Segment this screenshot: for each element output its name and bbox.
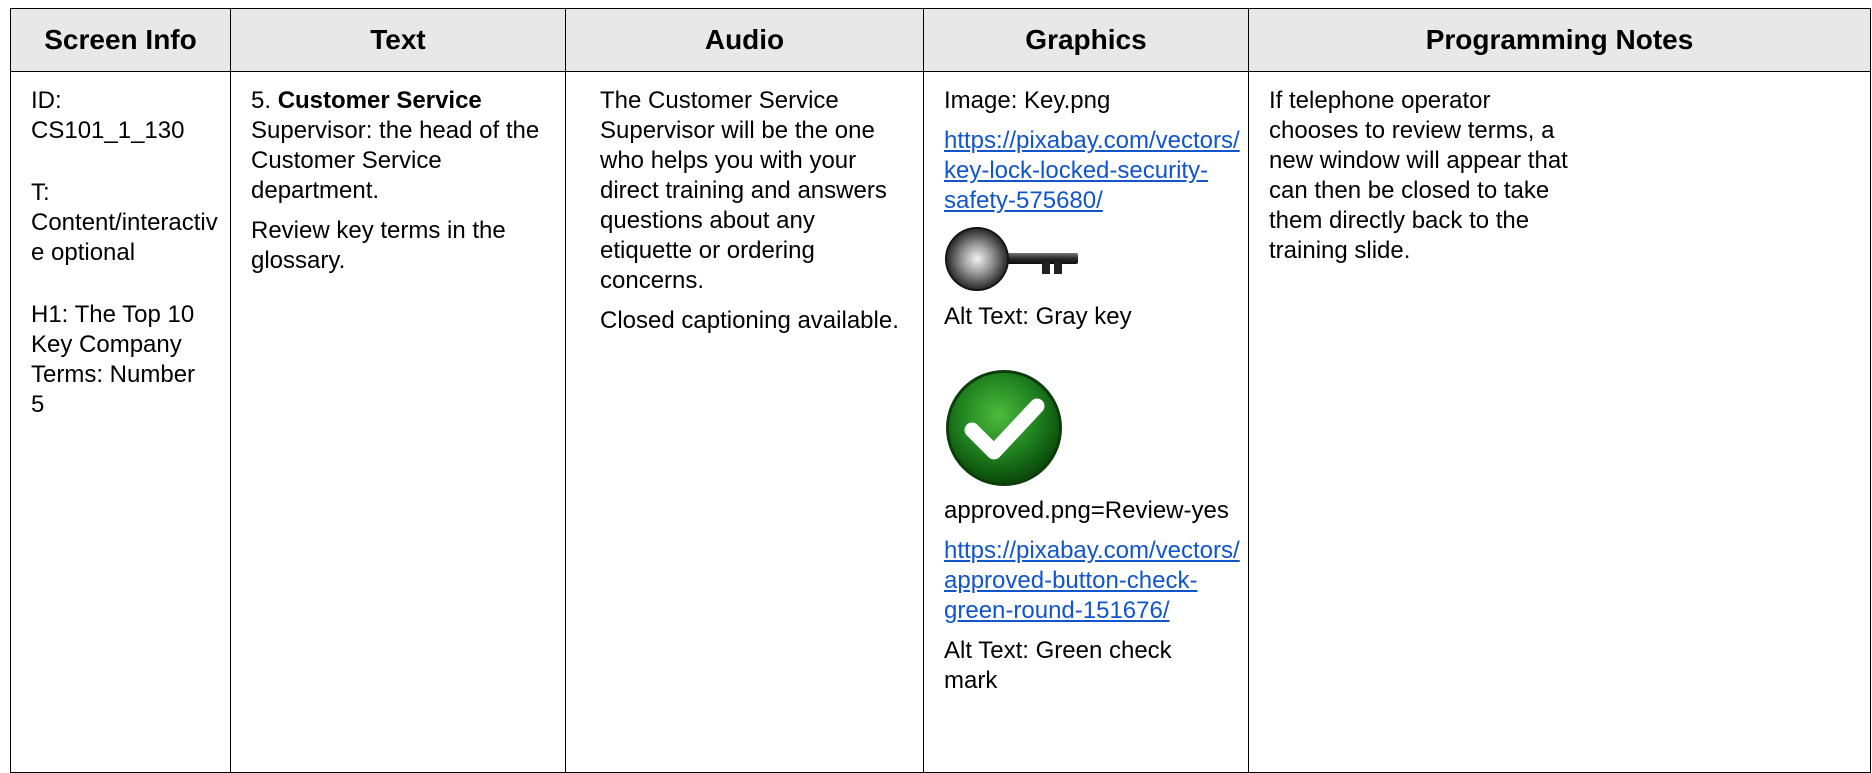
key-image-label: Image: Key.png (944, 87, 1111, 114)
header-row: Screen Info Text Audio Graphics Programm… (10, 8, 1871, 72)
storyboard-table: Screen Info Text Audio Graphics Programm… (10, 8, 1871, 773)
screen-h1-line-1: H1: The Top 10 (31, 301, 195, 328)
content-row: ID: CS101_1_130 T: Content/interactiv e … (10, 71, 1871, 773)
programming-notes-cell: If telephone operator chooses to review … (1248, 71, 1871, 773)
approved-link-line-3: green-round-151676/ (944, 597, 1170, 624)
key-link-line-3: safety-575680/ (944, 187, 1103, 214)
term-number: 5. (251, 87, 278, 114)
screen-type-value-2: e optional (31, 239, 136, 266)
screen-id-label: ID: (31, 87, 62, 114)
approved-link-line-1: https://pixabay.com/vectors/ (944, 537, 1240, 564)
screen-h1-line-3: Terms: Number 5 (31, 361, 196, 418)
header-audio: Audio (565, 8, 924, 72)
key-image-link[interactable]: https://pixabay.com/vectors/ key-lock-lo… (944, 126, 1240, 216)
key-link-line-1: https://pixabay.com/vectors/ (944, 127, 1240, 154)
term-title: Customer Service (277, 87, 482, 114)
header-screen-info: Screen Info (10, 8, 231, 72)
audio-narration: The Customer Service Supervisor will be … (600, 87, 887, 294)
green-check-icon (946, 370, 1062, 486)
audio-cell: The Customer Service Supervisor will be … (565, 71, 924, 773)
graphics-cell: Image: Key.png https://pixabay.com/vecto… (923, 71, 1249, 773)
approved-link-line-2: approved-button-check- (944, 567, 1198, 594)
programming-note-text: If telephone operator chooses to review … (1269, 87, 1568, 264)
screen-id-value: CS101_1_130 (31, 117, 185, 144)
audio-captions: Closed captioning available. (600, 307, 899, 334)
screen-type-label: T: (31, 179, 50, 206)
screen-info-cell: ID: CS101_1_130 T: Content/interactiv e … (10, 71, 231, 773)
screen-type-value-1: Content/interactiv (31, 209, 218, 236)
key-alt-text: Alt Text: Gray key (944, 303, 1132, 330)
header-text: Text (230, 8, 566, 72)
header-graphics: Graphics (923, 8, 1249, 72)
check-alt-text: Alt Text: Green check mark (944, 637, 1172, 694)
approved-image-label: approved.png=Review-yes (944, 497, 1229, 524)
term-definition-text: Supervisor: the head of the Customer Ser… (251, 117, 540, 204)
approved-image-link[interactable]: https://pixabay.com/vectors/ approved-bu… (944, 536, 1240, 626)
key-link-line-2: key-lock-locked-security- (944, 157, 1209, 184)
text-cell: 5. Customer Service Supervisor: the head… (230, 71, 566, 773)
screen-h1-line-2: Key Company (31, 331, 182, 358)
header-programming-notes: Programming Notes (1248, 8, 1871, 72)
term-definition: 5. Customer Service Supervisor: the head… (251, 86, 547, 206)
gray-key-icon (945, 227, 1078, 291)
glossary-review-text: Review key terms in the glossary. (251, 217, 506, 274)
